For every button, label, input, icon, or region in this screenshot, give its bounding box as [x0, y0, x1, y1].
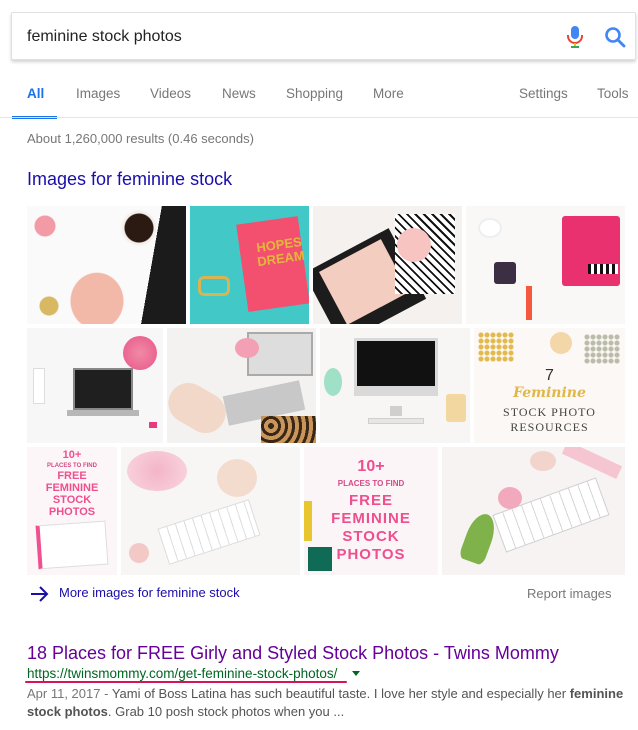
image-thumb[interactable] [442, 447, 625, 575]
result-url: https://twinsmommy.com/get-feminine-stoc… [27, 666, 338, 681]
image-thumb[interactable] [466, 206, 625, 324]
image-thumb[interactable] [313, 206, 462, 324]
snippet-text: Yami of Boss Latina has such beautiful t… [111, 686, 570, 701]
overlay-text: RESOURCES [510, 420, 589, 434]
overlay-text: 7 [545, 367, 554, 384]
overlay-text: FREE [57, 470, 87, 482]
tab-videos[interactable]: Videos [150, 86, 191, 101]
overlay-text: STOCK [52, 494, 92, 506]
overlay-text: 10+ [62, 449, 82, 461]
overlay-text: 10+ [357, 458, 385, 475]
images-section-heading[interactable]: Images for feminine stock [27, 169, 232, 190]
image-thumb[interactable] [27, 206, 186, 324]
image-thumb[interactable] [121, 447, 300, 575]
result-title-link[interactable]: 18 Places for FREE Girly and Styled Stoc… [27, 643, 559, 664]
overlay-text: STOCK PHOTO [503, 405, 596, 419]
search-icon[interactable] [604, 26, 626, 48]
overlay-text: FREE [348, 492, 393, 509]
image-thumb[interactable] [320, 328, 470, 443]
result-snippet: Apr 11, 2017 - Yami of Boss Latina has s… [27, 685, 627, 721]
image-thumb[interactable]: 10+ PLACES TO FIND FREE FEMININE STOCK P… [27, 447, 117, 575]
tab-more[interactable]: More [373, 86, 404, 101]
overlay-text: STOCK [342, 528, 400, 545]
annotation-underline [25, 681, 347, 683]
overlay-text: FEMININE [331, 510, 411, 527]
search-tabs: All Images Videos News Shopping More Set… [0, 84, 638, 119]
image-thumb[interactable] [27, 328, 163, 443]
overlay-text: PLACES TO FIND [337, 479, 405, 488]
search-input[interactable] [27, 25, 527, 49]
result-stats: About 1,260,000 results (0.46 seconds) [27, 131, 254, 146]
search-box [11, 12, 636, 60]
image-thumb[interactable]: HOPES DREAM [190, 206, 309, 324]
arrow-right-icon [31, 586, 49, 602]
overlay-text: Feminine [513, 385, 586, 401]
overlay-text: FEMININE [45, 482, 99, 494]
tab-shopping[interactable]: Shopping [286, 86, 343, 101]
caret-down-icon[interactable] [352, 671, 360, 676]
tab-images[interactable]: Images [76, 86, 120, 101]
snippet-text: . Grab 10 posh stock photos when you ... [107, 704, 345, 719]
overlay-text: PLACES TO FIND [47, 463, 97, 469]
report-images-link[interactable]: Report images [527, 586, 612, 601]
tab-tools[interactable]: Tools [597, 86, 629, 101]
microphone-icon[interactable] [565, 25, 585, 49]
image-thumb[interactable] [167, 328, 316, 443]
tab-settings[interactable]: Settings [519, 86, 568, 101]
tab-all[interactable]: All [27, 86, 44, 101]
overlay-text: PHOTOS [48, 506, 96, 518]
tabs-divider [0, 117, 638, 118]
image-thumb[interactable]: 7 Feminine STOCK PHOTO RESOURCES [474, 328, 625, 443]
image-thumb[interactable]: 10+ PLACES TO FIND FREE FEMININE STOCK P… [304, 447, 438, 575]
tab-news[interactable]: News [222, 86, 256, 101]
more-images-label: More images for feminine stock [59, 585, 240, 600]
result-date: Apr 11, 2017 - [27, 686, 112, 701]
